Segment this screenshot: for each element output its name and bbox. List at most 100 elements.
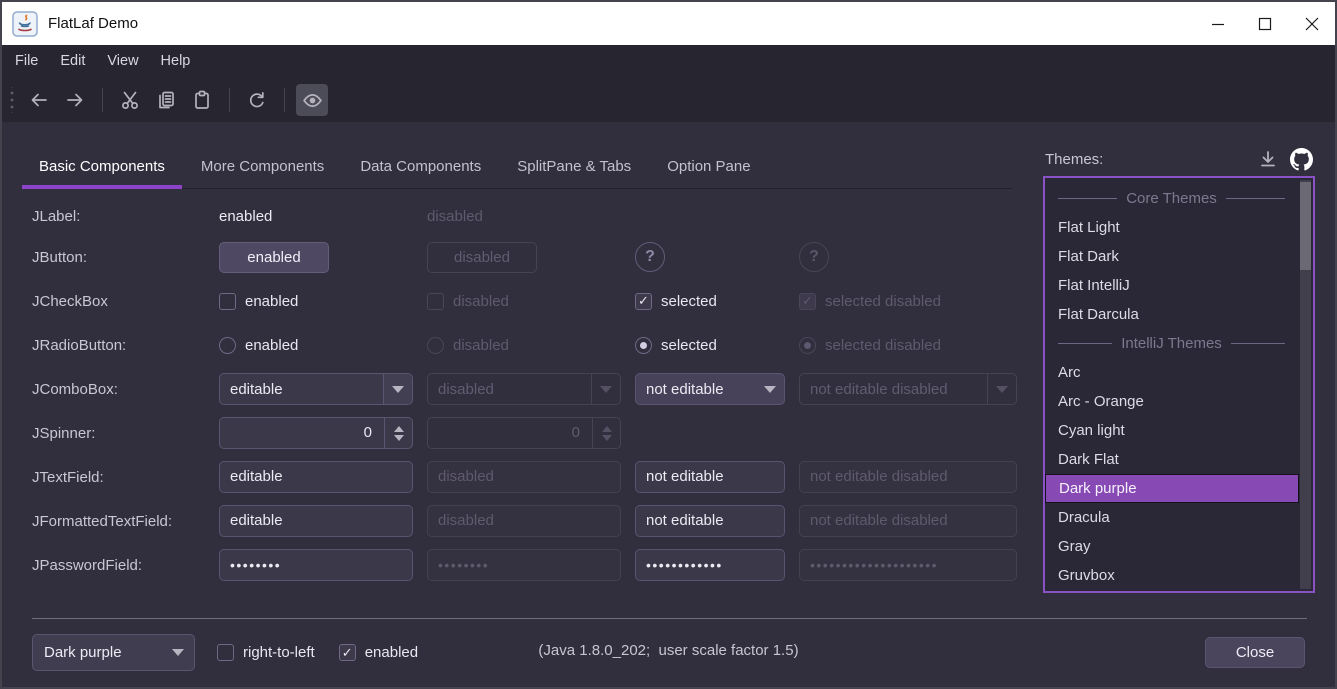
- themes-panel: Themes: Core Themes Flat Light Flat Dark…: [1043, 144, 1315, 593]
- tab-data-components[interactable]: Data Components: [343, 149, 498, 188]
- arrow-right-icon: [65, 90, 85, 110]
- themes-header: Themes:: [1043, 144, 1315, 174]
- toolbar-separator: [229, 88, 230, 112]
- scrollbar[interactable]: [1300, 180, 1311, 589]
- arrow-left-icon: [29, 90, 49, 110]
- passwordfield-not-editable-disabled: ••••••••••••••••••••: [799, 549, 1017, 581]
- tab-basic-components[interactable]: Basic Components: [22, 149, 182, 188]
- theme-item-gray[interactable]: Gray: [1045, 532, 1299, 561]
- radio-icon: [219, 337, 236, 354]
- theme-item-flat-dark[interactable]: Flat Dark: [1045, 242, 1299, 271]
- row-label: JPasswordField:: [32, 557, 205, 574]
- download-button[interactable]: [1258, 149, 1278, 169]
- theme-item-dark-purple[interactable]: Dark purple: [1045, 474, 1299, 503]
- formatted-textfield-not-editable[interactable]: not editable: [635, 505, 785, 537]
- minimize-button[interactable]: [1194, 2, 1241, 45]
- textfield-not-editable[interactable]: not editable: [635, 461, 785, 493]
- passwordfield-not-editable[interactable]: ••••••••••••: [635, 549, 785, 581]
- list-group-separator: Core Themes: [1045, 184, 1299, 213]
- passwordfield-editable[interactable]: ••••••••: [219, 549, 413, 581]
- menu-view[interactable]: View: [96, 45, 149, 78]
- theme-item-gruvbox[interactable]: Gruvbox: [1045, 561, 1299, 590]
- close-window-button[interactable]: [1288, 2, 1335, 45]
- theme-selector-combobox[interactable]: Dark purple: [32, 634, 195, 671]
- spinner-disabled: 0: [427, 417, 621, 449]
- theme-item-dark-flat[interactable]: Dark Flat: [1045, 445, 1299, 474]
- combo-arrow-button: [987, 374, 1016, 404]
- theme-item-dracula[interactable]: Dracula: [1045, 503, 1299, 532]
- chevron-down-icon: [996, 386, 1008, 393]
- window-title: FlatLaf Demo: [48, 15, 138, 32]
- github-link[interactable]: [1290, 148, 1313, 171]
- checkbox-icon: [219, 293, 236, 310]
- close-icon: [1305, 17, 1319, 31]
- themes-list: Core Themes Flat Light Flat Dark Flat In…: [1043, 176, 1315, 593]
- question-icon: ?: [645, 248, 655, 266]
- toolbar-grip[interactable]: [9, 87, 15, 113]
- paste-icon: [192, 90, 212, 110]
- theme-item-flat-light[interactable]: Flat Light: [1045, 213, 1299, 242]
- formatted-textfield-editable[interactable]: editable: [219, 505, 413, 537]
- combo-arrow-button[interactable]: [755, 374, 784, 404]
- back-button[interactable]: [23, 84, 55, 116]
- checkbox-enabled[interactable]: enabled: [219, 293, 413, 310]
- copy-button[interactable]: [150, 84, 182, 116]
- tab-option-pane[interactable]: Option Pane: [650, 149, 767, 188]
- label-disabled: disabled: [427, 208, 621, 225]
- spinner-enabled[interactable]: 0: [219, 417, 413, 449]
- textfield-disabled: disabled: [427, 461, 621, 493]
- theme-item-cyan-light[interactable]: Cyan light: [1045, 416, 1299, 445]
- combo-arrow-button: [591, 374, 620, 404]
- theme-item-arc-orange[interactable]: Arc - Orange: [1045, 387, 1299, 416]
- help-button-disabled: ?: [799, 242, 829, 272]
- forward-button[interactable]: [59, 84, 91, 116]
- help-button[interactable]: ?: [635, 242, 665, 272]
- radio-enabled[interactable]: enabled: [219, 337, 413, 354]
- menu-file[interactable]: File: [4, 45, 49, 78]
- close-button[interactable]: Close: [1205, 637, 1305, 668]
- show-toggle-button[interactable]: [296, 84, 328, 116]
- combo-arrow-button[interactable]: [383, 374, 412, 404]
- github-icon: [1290, 148, 1313, 171]
- row-label: JFormattedTextField:: [32, 513, 205, 530]
- arrow-down-icon: [602, 435, 612, 441]
- combo-arrow-button[interactable]: [162, 649, 194, 656]
- maximize-button[interactable]: [1241, 2, 1288, 45]
- chevron-down-icon: [172, 649, 184, 656]
- list-group-separator: IntelliJ Themes: [1045, 329, 1299, 358]
- toolbar: [2, 78, 1335, 122]
- checkbox-icon: [217, 644, 234, 661]
- tab-more-components[interactable]: More Components: [184, 149, 341, 188]
- row-label: JCheckBox: [32, 293, 205, 310]
- combobox-not-editable[interactable]: not editable: [635, 373, 785, 405]
- menu-help[interactable]: Help: [150, 45, 202, 78]
- theme-item-arc[interactable]: Arc: [1045, 358, 1299, 387]
- scrollbar-thumb[interactable]: [1300, 182, 1311, 270]
- arrow-up-icon: [394, 426, 404, 432]
- theme-item-flat-darcula[interactable]: Flat Darcula: [1045, 300, 1299, 329]
- theme-item-flat-intellij[interactable]: Flat IntelliJ: [1045, 271, 1299, 300]
- refresh-icon: [247, 90, 267, 110]
- formatted-textfield-disabled: disabled: [427, 505, 621, 537]
- arrow-up-icon: [602, 426, 612, 432]
- enabled-button[interactable]: enabled: [219, 242, 329, 273]
- row-label: JSpinner:: [32, 425, 205, 442]
- right-to-left-checkbox[interactable]: right-to-left: [217, 644, 315, 661]
- radio-disabled: disabled: [427, 337, 621, 354]
- radio-selected[interactable]: selected: [635, 337, 785, 354]
- row-label: JLabel:: [32, 208, 205, 225]
- textfield-editable[interactable]: editable: [219, 461, 413, 493]
- formatted-textfield-not-editable-disabled: not editable disabled: [799, 505, 1017, 537]
- checkbox-selected[interactable]: ✓selected: [635, 293, 785, 310]
- chevron-down-icon: [392, 386, 404, 393]
- menubar: File Edit View Help: [2, 45, 1335, 78]
- tab-splitpane-tabs[interactable]: SplitPane & Tabs: [500, 149, 648, 188]
- menu-edit[interactable]: Edit: [49, 45, 96, 78]
- spinner-buttons[interactable]: [384, 418, 412, 448]
- enabled-checkbox[interactable]: ✓enabled: [339, 644, 418, 661]
- combobox-editable[interactable]: editable: [219, 373, 413, 405]
- refresh-button[interactable]: [241, 84, 273, 116]
- paste-button[interactable]: [186, 84, 218, 116]
- cut-button[interactable]: [114, 84, 146, 116]
- passwordfield-disabled: ••••••••: [427, 549, 621, 581]
